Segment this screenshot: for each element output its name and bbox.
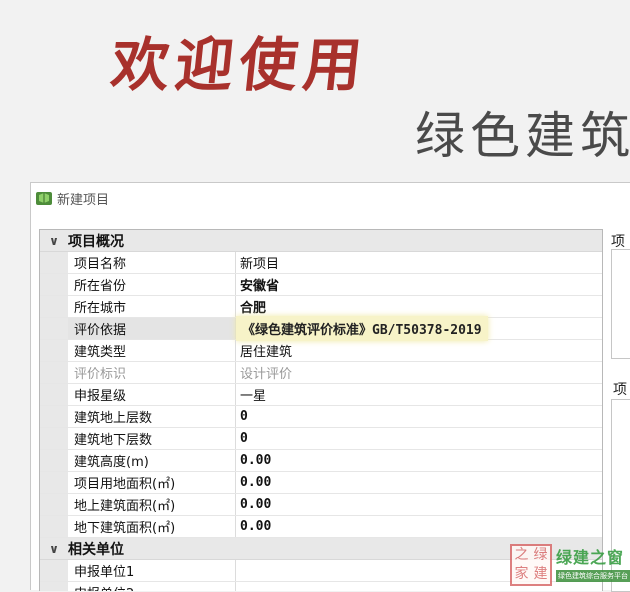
property-key: 申报单位1 [68, 560, 236, 581]
property-row[interactable]: 评价依据 《绿色建筑评价标准》GB/T50378-2019 [40, 316, 602, 341]
category-label: 相关单位 [68, 541, 124, 558]
splash-subtitle: 绿色建筑 [415, 107, 630, 165]
right-panel-label: 项 [613, 382, 627, 398]
property-value[interactable]: 0.00 [236, 450, 602, 471]
seal-char: 绿 [533, 547, 548, 563]
watermark-text: 绿建之窗 [556, 548, 625, 567]
property-value: 设计评价 [240, 367, 293, 382]
property-key: 评价标识 [68, 362, 236, 383]
evaluation-standard-value: 《绿色建筑评价标准》GB/T50378-2019 [236, 316, 488, 341]
seal-char: 家 [514, 566, 529, 582]
property-key: 评价依据 [68, 318, 236, 339]
property-key: 申报星级 [68, 384, 236, 405]
property-key: 项目用地面积(㎡) [68, 472, 236, 493]
property-row[interactable]: 建筑地上层数 0 [40, 406, 602, 428]
chevron-down-icon[interactable]: ∨ [40, 538, 68, 559]
property-grid[interactable]: ∨ 项目概况 项目名称 新项目 所在省份 安徽省 所在城市 合肥 评价依据 《绿… [39, 229, 603, 591]
property-value[interactable]: 0.00 [236, 516, 602, 537]
watermark-subtext: 绿色建筑综合服务平台 [556, 570, 630, 582]
seal-char: 之 [514, 547, 529, 563]
property-row[interactable]: 所在省份 安徽省 [40, 274, 602, 296]
property-key: 申报单位2 [68, 582, 236, 591]
property-key: 建筑类型 [68, 340, 236, 361]
property-row[interactable]: 建筑地下层数 0 [40, 428, 602, 450]
property-key: 所在省份 [68, 274, 236, 295]
property-key: 地下建筑面积(㎡) [68, 516, 236, 537]
property-row: 评价标识 设计评价 [40, 362, 602, 384]
dialog-title: 新建项目 [57, 192, 110, 208]
right-panel-label: 项 [611, 234, 625, 250]
property-row[interactable]: 申报星级 一星 [40, 384, 602, 406]
category-project-overview[interactable]: ∨ 项目概况 [40, 230, 602, 252]
property-value[interactable]: 一星 [236, 384, 602, 405]
property-value[interactable]: 《绿色建筑评价标准》GB/T50378-2019 [236, 316, 602, 341]
property-value[interactable]: 安徽省 [236, 274, 602, 295]
property-value[interactable]: 居住建筑 [236, 340, 602, 361]
property-key: 建筑高度(m) [68, 450, 236, 471]
watermark-logo: 之 绿 家 建 绿建之窗 绿色建筑综合服务平台 [510, 544, 630, 586]
property-key: 项目名称 [68, 252, 236, 273]
property-value[interactable]: 新项目 [236, 252, 602, 273]
property-row[interactable]: 建筑高度(m) 0.00 [40, 450, 602, 472]
app-cube-icon [36, 192, 52, 205]
property-value[interactable]: 0 [236, 406, 602, 427]
property-row[interactable]: 地上建筑面积(㎡) 0.00 [40, 494, 602, 516]
chevron-down-icon[interactable]: ∨ [40, 230, 68, 251]
property-key: 地上建筑面积(㎡) [68, 494, 236, 515]
new-project-dialog: 新建项目 ∨ 项目概况 项目名称 新项目 所在省份 安徽省 所在城市 合肥 评价… [30, 182, 630, 592]
property-value[interactable]: 0.00 [236, 472, 602, 493]
dialog-titlebar: 新建项目 [31, 183, 630, 213]
splash-welcome-title: 欢迎使用 [107, 31, 372, 99]
category-label: 项目概况 [68, 233, 124, 250]
property-value[interactable]: 0 [236, 428, 602, 449]
property-value[interactable]: 0.00 [236, 494, 602, 515]
seal-char: 建 [533, 566, 548, 582]
property-row[interactable]: 建筑类型 居住建筑 [40, 340, 602, 362]
property-key: 建筑地上层数 [68, 406, 236, 427]
property-row[interactable]: 项目用地面积(㎡) 0.00 [40, 472, 602, 494]
property-row[interactable]: 所在城市 合肥 [40, 296, 602, 318]
property-value[interactable]: 合肥 [236, 296, 602, 317]
right-panel-textbox[interactable] [611, 249, 630, 359]
property-key: 所在城市 [68, 296, 236, 317]
property-row[interactable]: 项目名称 新项目 [40, 252, 602, 274]
property-key: 建筑地下层数 [68, 428, 236, 449]
property-row[interactable]: 地下建筑面积(㎡) 0.00 [40, 516, 602, 538]
watermark-seal: 之 绿 家 建 [510, 544, 552, 586]
